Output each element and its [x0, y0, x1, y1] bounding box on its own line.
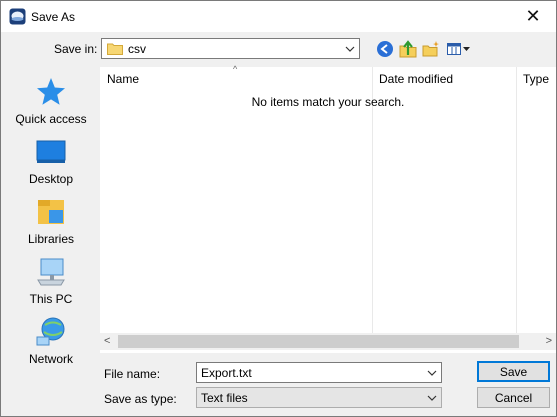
this-pc-icon: [37, 258, 65, 286]
libraries-icon: [38, 200, 64, 224]
chevron-down-icon: [425, 388, 439, 407]
sort-arrow-icon: ^: [233, 64, 238, 74]
horizontal-scrollbar[interactable]: < >: [100, 333, 556, 350]
quick-access-star-icon: [37, 78, 65, 105]
save-button[interactable]: Save: [477, 361, 550, 382]
save-as-dialog: Save As ✕ Save in: csv Quick access Desk…: [0, 0, 557, 417]
file-name-value: Export.txt: [201, 366, 252, 380]
save-as-type-value: Text files: [201, 391, 248, 405]
chevron-down-icon[interactable]: [425, 363, 439, 382]
chevron-down-icon: [343, 39, 357, 58]
close-button[interactable]: ✕: [510, 1, 556, 32]
place-label: This PC: [29, 292, 73, 306]
scrollbar-thumb[interactable]: [118, 335, 519, 348]
new-folder-icon[interactable]: [422, 40, 440, 58]
save-in-value: csv: [128, 42, 146, 56]
save-as-type-label: Save as type:: [104, 392, 177, 406]
place-label: Network: [28, 352, 73, 366]
save-in-label: Save in:: [54, 42, 98, 56]
network-icon: [36, 317, 65, 346]
empty-message: No items match your search.: [251, 95, 405, 109]
place-this-pc[interactable]: This PC: [5, 256, 97, 314]
place-network[interactable]: Network: [5, 316, 97, 374]
places-bar: Quick access Desktop Libraries This PC N…: [5, 68, 97, 366]
view-menu-icon[interactable]: [446, 40, 472, 58]
place-desktop[interactable]: Desktop: [5, 136, 97, 194]
file-name-label: File name:: [104, 367, 161, 381]
title-bar: Save As ✕: [1, 1, 556, 32]
back-icon[interactable]: [376, 40, 394, 58]
place-label: Quick access: [15, 112, 87, 126]
save-as-type-dropdown[interactable]: Text files: [196, 387, 442, 408]
window-title: Save As: [31, 10, 76, 24]
desktop-icon: [36, 140, 66, 163]
scroll-right-icon[interactable]: >: [546, 335, 552, 347]
save-in-dropdown[interactable]: csv: [101, 38, 360, 59]
place-quick-access[interactable]: Quick access: [5, 76, 97, 134]
scroll-left-icon[interactable]: <: [104, 335, 110, 347]
column-header-date-modified[interactable]: Date modified: [379, 72, 453, 86]
column-header-name[interactable]: Name: [107, 72, 139, 86]
file-list[interactable]: ^ Name Date modified Type No items match…: [100, 64, 556, 353]
place-libraries[interactable]: Libraries: [5, 196, 97, 254]
cancel-button[interactable]: Cancel: [477, 387, 550, 408]
column-header-type[interactable]: Type: [523, 72, 549, 86]
place-label: Desktop: [28, 172, 74, 186]
up-folder-icon[interactable]: [399, 40, 417, 58]
place-label: Libraries: [27, 232, 75, 246]
app-icon: [9, 8, 26, 25]
folder-icon: [107, 42, 123, 55]
file-name-input[interactable]: Export.txt: [196, 362, 442, 383]
close-icon: ✕: [525, 6, 541, 26]
